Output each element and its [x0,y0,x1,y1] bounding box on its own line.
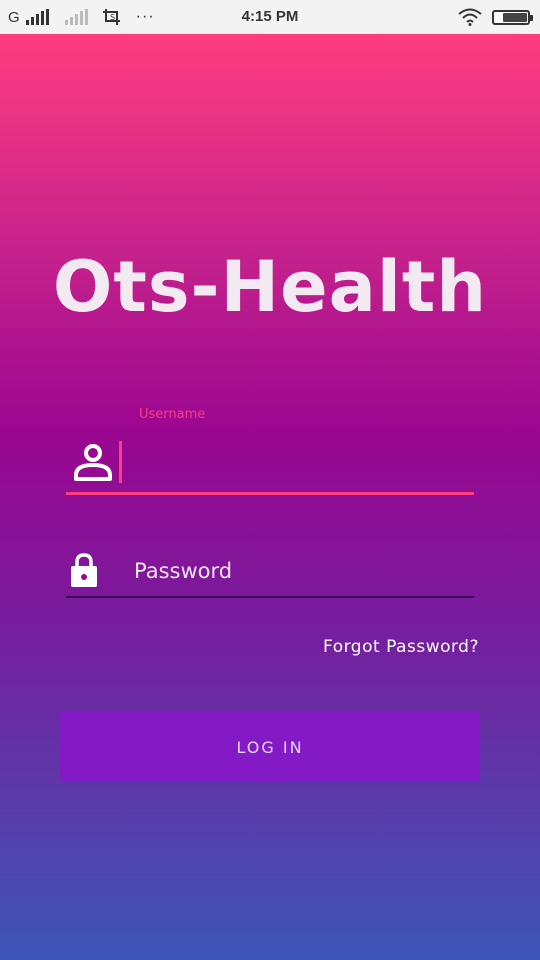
password-input[interactable] [134,550,464,592]
text-cursor [119,441,122,483]
battery-icon [492,9,533,25]
svg-text:S: S [110,13,115,22]
signal-icon [25,9,49,25]
more-notifications-icon: ··· [135,8,155,25]
login-button[interactable]: LOG IN [60,712,480,782]
app-logo: Ots-Health [52,246,488,328]
username-input[interactable] [128,438,468,486]
forgot-password-link[interactable]: Forgot Password? [323,637,479,657]
lock-icon [71,553,97,587]
battery-level [503,12,527,22]
status-bar-right [458,0,533,34]
carrier-label: G [8,8,20,26]
username-underline [66,492,474,495]
user-icon [74,444,112,481]
screenshot-icon: S [102,9,120,25]
login-screen: Ots-Health Username Forgot Password? LOG… [0,34,540,960]
username-label: Username [139,407,206,422]
wifi-icon [458,8,482,26]
status-bar: G S ··· 4:15 PM [0,0,540,34]
signal-weak-icon [64,9,88,25]
password-underline [66,596,474,598]
status-bar-left: G S ··· [8,0,155,34]
